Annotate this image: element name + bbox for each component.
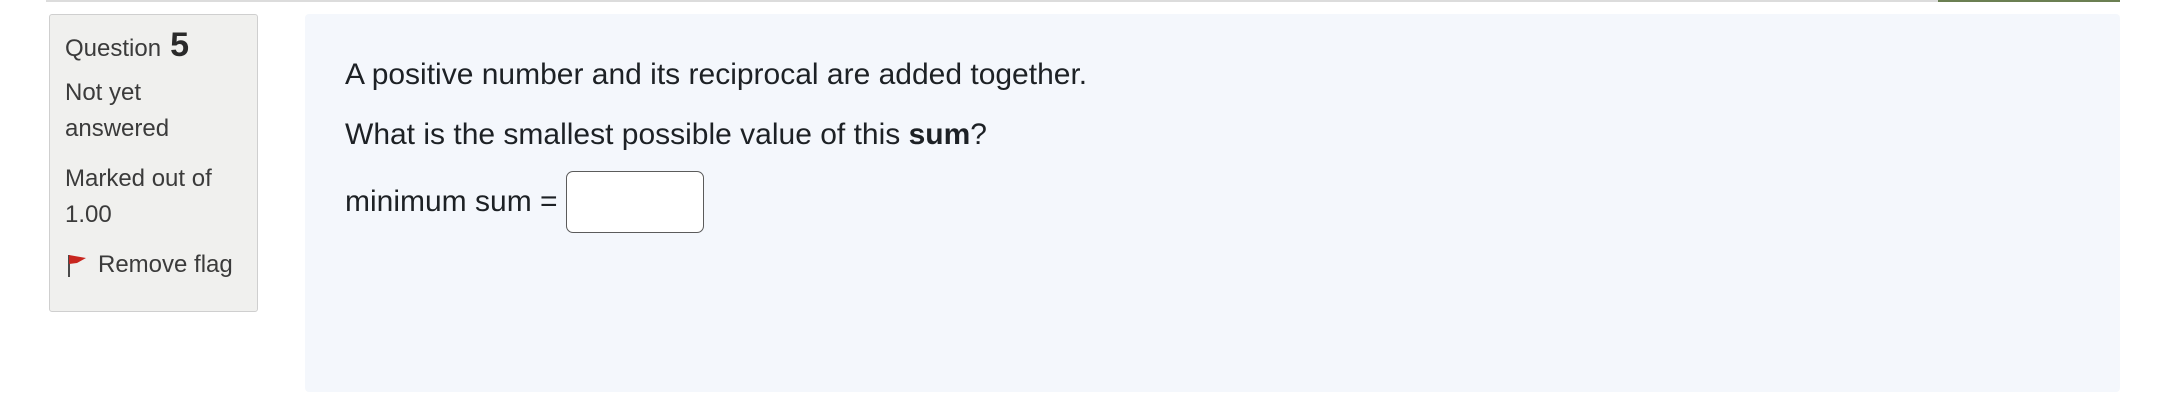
question-text-suffix: ? xyxy=(970,118,987,151)
grade-line-1: Marked out of xyxy=(65,165,212,192)
remove-flag-button[interactable]: Remove flag xyxy=(65,247,242,283)
state-line-1: Not yet xyxy=(65,79,142,106)
question-label: Question xyxy=(65,35,162,62)
remove-flag-label: Remove flag xyxy=(98,251,233,278)
question-text-emphasis: sum xyxy=(908,118,971,151)
question-content: A positive number and its reciprocal are… xyxy=(305,14,2120,392)
question-text-line-2: What is the smallest possible value of t… xyxy=(345,117,987,153)
top-divider xyxy=(46,0,2120,2)
question-info-panel: Question 5 Not yet answered Marked out o… xyxy=(49,14,258,312)
question-heading: Question 5 xyxy=(65,27,242,67)
question-text-prefix: What is the smallest possible value of t… xyxy=(345,118,909,151)
top-divider-accent xyxy=(1938,0,2120,2)
answer-input[interactable] xyxy=(565,171,704,233)
flag-icon xyxy=(65,252,89,278)
state-line-2: answered xyxy=(65,115,170,142)
grade-line-2: 1.00 xyxy=(65,201,112,228)
answer-label: minimum sum = xyxy=(345,185,558,218)
question-number: 5 xyxy=(170,26,189,64)
question-state: Not yet answered xyxy=(65,75,242,147)
question-grade: Marked out of 1.00 xyxy=(65,161,242,233)
question-text-line-1: A positive number and its reciprocal are… xyxy=(345,58,1088,91)
answer-row: minimum sum = xyxy=(345,171,704,233)
